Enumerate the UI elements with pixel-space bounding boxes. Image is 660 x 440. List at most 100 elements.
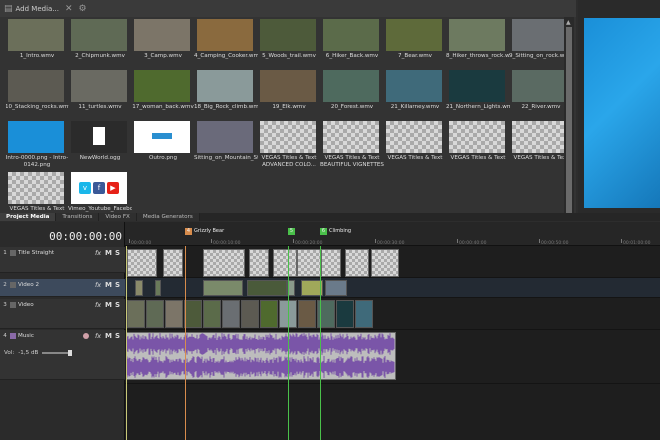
title-clip[interactable] (249, 249, 269, 277)
audio-clip-music[interactable] (126, 332, 396, 380)
media-item[interactable]: v f ▶ Vimeo_Youtube_Faceboo (68, 172, 132, 213)
volume-slider[interactable] (42, 350, 73, 356)
track-fx-button[interactable]: fx (95, 281, 105, 289)
media-item[interactable]: VEGAS Titles & Text (6, 172, 68, 213)
media-item[interactable]: VEGAS Titles & Text ADVANCED COLO... (258, 121, 320, 169)
video-clip[interactable] (184, 300, 202, 328)
video-clip[interactable] (203, 300, 221, 328)
media-item[interactable]: 21_Killarney.wmv (384, 70, 446, 118)
media-item[interactable]: 2_Chipmunk.wmv (69, 19, 131, 67)
video-clip[interactable] (298, 300, 316, 328)
tab-transitions[interactable]: Transitions (56, 213, 100, 221)
add-media-button[interactable]: ▤ Add Media... (4, 4, 59, 14)
scroll-up-icon[interactable]: ▲ (566, 19, 571, 26)
media-item[interactable]: 17_woman_back.wmv (132, 70, 194, 118)
solo-button[interactable]: S (115, 301, 125, 309)
mute-button[interactable]: M (105, 249, 115, 257)
track-name[interactable]: Music (18, 333, 83, 339)
title-clip[interactable] (273, 249, 297, 277)
mute-button[interactable]: M (105, 332, 115, 340)
timeline-marker[interactable]: 5 (288, 227, 297, 235)
video-clip[interactable] (127, 300, 145, 328)
media-item[interactable]: 6_Hiker_Back.wmv (321, 19, 383, 67)
media-item[interactable]: VEGAS Titles & Text (384, 121, 446, 169)
media-thumbnail (449, 70, 505, 102)
media-item[interactable]: 20_Forest.wmv (321, 70, 383, 118)
track-fx-button[interactable]: fx (95, 249, 105, 257)
track-number: 4 (3, 333, 7, 339)
track-name[interactable]: Title Straight (18, 250, 95, 256)
title-clip[interactable] (163, 249, 183, 277)
audio-file-icon (93, 127, 105, 145)
track-header-2[interactable]: 2 Video 2 fx M S (0, 279, 125, 297)
mute-button[interactable]: M (105, 281, 115, 289)
playhead[interactable] (185, 246, 186, 440)
media-item[interactable]: 21_Northern_Lights.wmv (446, 70, 510, 118)
video-clip[interactable] (336, 300, 354, 328)
track-header-3[interactable]: 3 Video fx M S (0, 299, 125, 329)
solo-button[interactable]: S (115, 332, 125, 340)
video-clip[interactable] (165, 300, 183, 328)
media-item[interactable]: 22_River.wmv (510, 70, 566, 118)
tracks-area[interactable] (125, 246, 660, 440)
title-clip[interactable] (297, 249, 321, 277)
title-clip[interactable] (371, 249, 399, 277)
media-item[interactable]: 3_Camp.wmv (132, 19, 194, 67)
timeline-marker[interactable]: 4 Grizzly Bear (185, 227, 224, 235)
video-clip[interactable] (146, 300, 164, 328)
video-clip[interactable] (222, 300, 240, 328)
media-item[interactable]: Outro.png (132, 121, 194, 169)
settings-icon[interactable]: ⚙ (79, 4, 87, 14)
solo-button[interactable]: S (115, 249, 125, 257)
record-arm-button[interactable] (83, 333, 89, 339)
video-clip[interactable] (241, 300, 259, 328)
media-item[interactable]: 11_turtles.wmv (69, 70, 131, 118)
media-item[interactable]: VEGAS Titles & Text (510, 121, 566, 169)
media-item[interactable]: 8_Hiker_throws_rock.wmv (446, 19, 510, 67)
video-clip[interactable] (355, 300, 373, 328)
track-fx-button[interactable]: fx (95, 332, 105, 340)
video-clip[interactable] (203, 280, 243, 296)
tab-project-media[interactable]: Project Media (0, 213, 57, 221)
video-clip[interactable] (260, 300, 278, 328)
video-clip[interactable] (325, 280, 347, 296)
media-item[interactable]: 1_Intro.wmv (6, 19, 68, 67)
volume-slider-knob[interactable] (68, 350, 73, 356)
video-clip[interactable] (135, 280, 143, 296)
media-item[interactable]: VEGAS Titles & Text BEAUTIFUL VIGNETTES (320, 121, 384, 169)
track-fx-button[interactable]: fx (95, 301, 105, 309)
marker-flag: 4 (185, 227, 192, 235)
media-item[interactable]: 7_Bear.wmv (384, 19, 446, 67)
timeline-ruler[interactable]: 00:00:00 00:00:10:00 00:00:20:00 00:00:30:0… (125, 222, 660, 246)
media-thumbnail (449, 121, 505, 153)
video-clip[interactable] (155, 280, 161, 296)
media-item[interactable]: 18_Big_Rock_climb.wmv (194, 70, 258, 118)
timeline-marker[interactable]: 6 Climbing (320, 227, 351, 235)
video-clip[interactable] (247, 280, 287, 296)
tab-media-generators[interactable]: Media Generators (136, 213, 200, 221)
media-scrollbar[interactable]: ▲ (564, 17, 574, 217)
scroll-thumb[interactable] (566, 27, 572, 217)
media-item[interactable]: VEGAS Titles & Text (447, 121, 509, 169)
title-clip[interactable] (203, 249, 245, 277)
remove-icon[interactable]: ✕ (65, 4, 73, 14)
solo-button[interactable]: S (115, 281, 125, 289)
track-header-4[interactable]: 4 Music fx M S Vol: -1,5 dB (0, 330, 125, 380)
track-name[interactable]: Video 2 (18, 282, 95, 288)
track-header-1[interactable]: 1 Title Straight fx M S (0, 247, 125, 273)
title-clip[interactable] (127, 249, 157, 277)
title-clip[interactable] (321, 249, 341, 277)
media-item[interactable]: 5_Woods_trail.wmv (258, 19, 320, 67)
media-item[interactable]: 19_Elk.wmv (258, 70, 320, 118)
mute-button[interactable]: M (105, 301, 115, 309)
media-item[interactable]: 9_Sitting_on_rock.wmv (509, 19, 566, 67)
track-name[interactable]: Video (18, 302, 95, 308)
media-item[interactable]: Intro-0000.png - Intro-0142.png (6, 121, 68, 169)
media-item[interactable]: 4_Camping_Cooker.wmv (194, 19, 258, 67)
media-name: VEGAS Titles & Text (9, 206, 65, 212)
tab-video-fx[interactable]: Video FX (99, 213, 137, 221)
media-item[interactable]: 10_Stacking_rocks.wmv (6, 70, 69, 118)
media-item[interactable]: NewWorld.ogg (69, 121, 131, 169)
title-clip[interactable] (345, 249, 369, 277)
media-item[interactable]: Sitting_on_Mountain_Still_Image.jpg (194, 121, 258, 169)
